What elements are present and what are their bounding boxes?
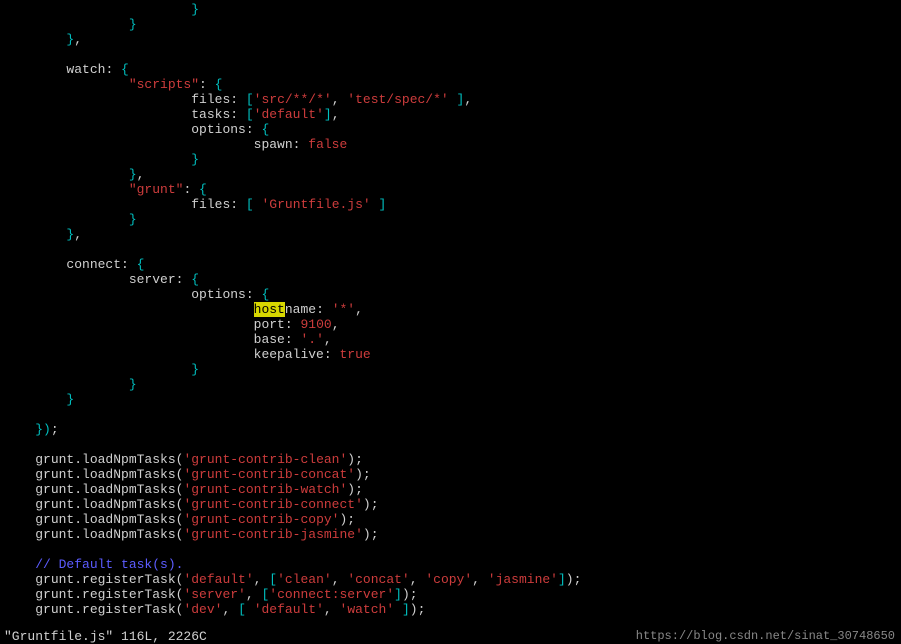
connect-key: connect <box>66 257 121 272</box>
port-value: 9100 <box>300 317 331 332</box>
file-info: "Gruntfile.js" 116L, 2226C <box>4 629 207 644</box>
scripts-key: "scripts" <box>129 77 199 92</box>
watch-key: watch <box>66 62 105 77</box>
search-highlight: host <box>254 302 285 317</box>
comment: // Default task(s). <box>35 557 183 572</box>
code-editor[interactable]: } } }, watch: { "scripts": { files: ['sr… <box>0 0 901 619</box>
watermark: https://blog.csdn.net/sinat_30748650 <box>636 629 895 644</box>
true-keyword: true <box>339 347 370 362</box>
false-keyword: false <box>308 137 347 152</box>
grunt-key: "grunt" <box>129 182 184 197</box>
